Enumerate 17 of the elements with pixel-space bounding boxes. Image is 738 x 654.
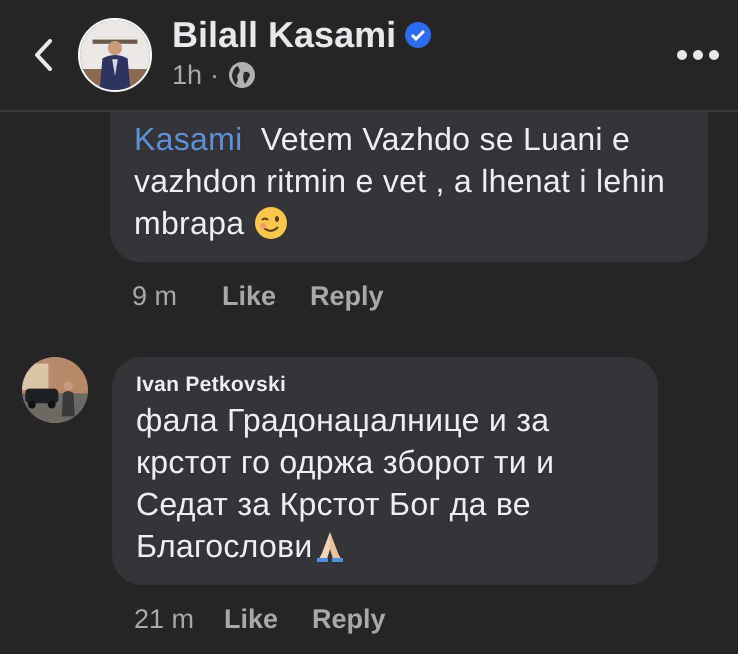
wink-face-icon <box>254 205 288 241</box>
reply-button[interactable]: Reply <box>310 276 384 316</box>
comment-time: 21 m <box>134 602 196 636</box>
post-time: 1h <box>172 58 202 92</box>
comment-time: 9 m <box>132 280 178 313</box>
commenter-name[interactable]: Ivan Petkovski <box>136 370 638 398</box>
comment-text: Kasami Vetem Vazhdo se Luani e vazhdon ritmin e vet , a lhenat i lehin mbrapa <box>134 120 666 243</box>
comment-text: фала Градонаџалнице и за крстот го одржа зборот ти и Седат за Крстот Бог да ве Благослови <box>136 400 556 566</box>
reply-button[interactable]: Reply <box>312 598 386 639</box>
separator-dot: · <box>210 58 220 92</box>
more-options-button[interactable] <box>676 49 720 61</box>
like-button[interactable]: Like <box>224 598 278 639</box>
author-name[interactable]: Bilall Kasami <box>172 14 396 55</box>
like-button[interactable]: Like <box>222 276 276 316</box>
back-button[interactable] <box>32 37 54 73</box>
globe-icon <box>227 60 258 90</box>
mention-link[interactable]: Kasami <box>134 121 243 157</box>
